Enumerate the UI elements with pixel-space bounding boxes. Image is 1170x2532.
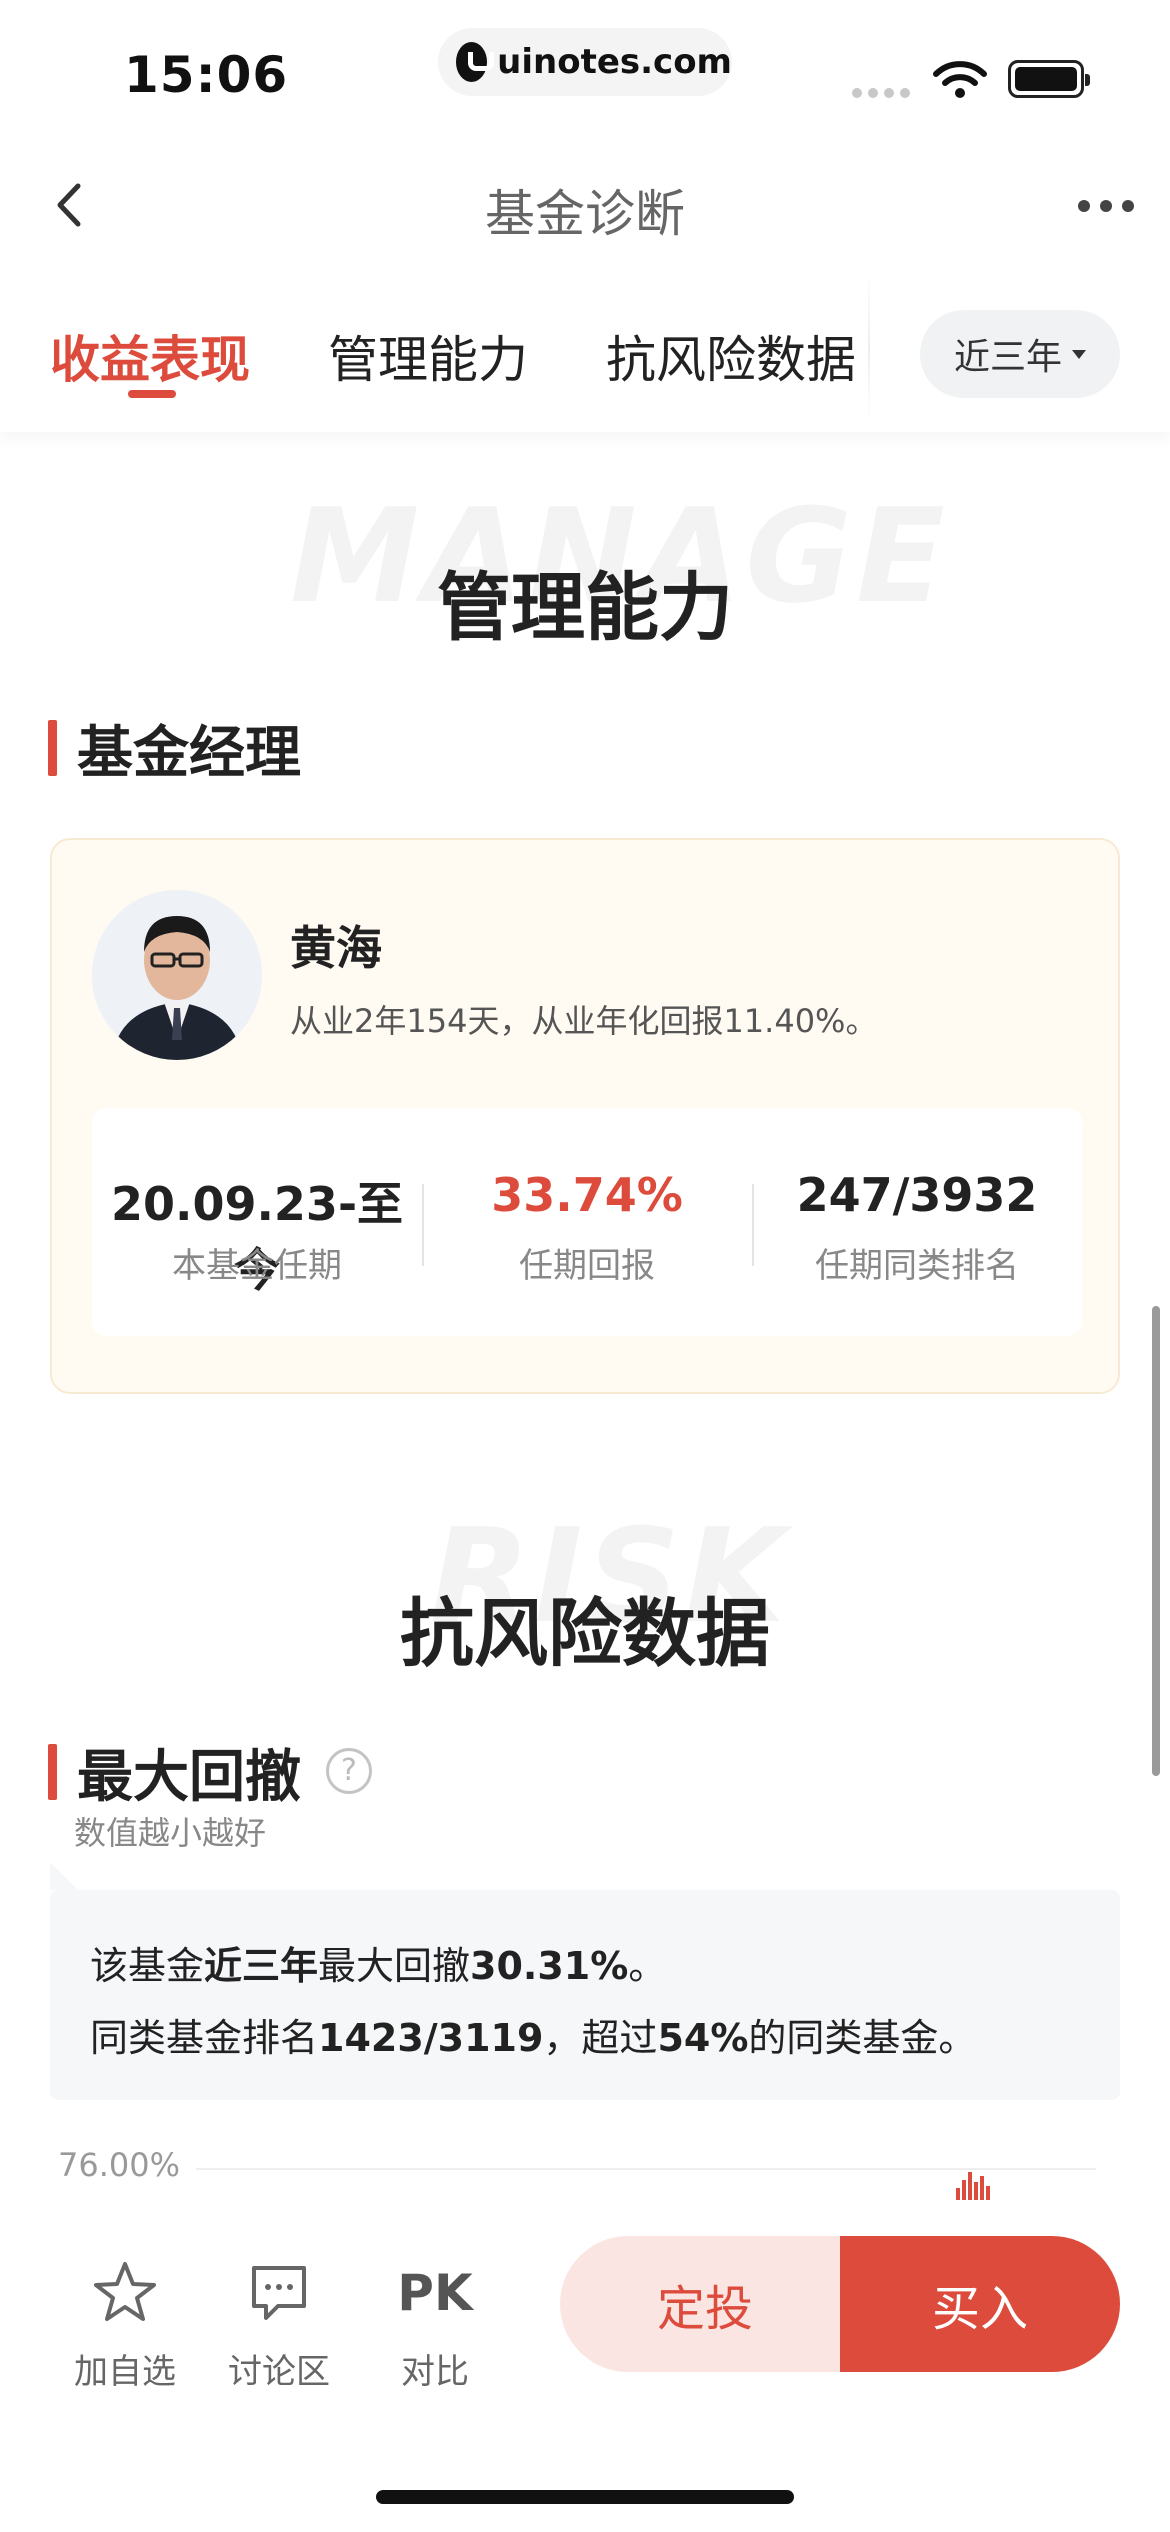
nav-bar: 基金诊断 <box>0 150 1170 260</box>
period-selector[interactable]: 近三年 <box>920 310 1120 398</box>
auto-invest-button[interactable]: 定投 <box>560 2236 850 2372</box>
period-label: 近三年 <box>953 337 1062 378</box>
chat-icon <box>252 2266 306 2320</box>
subheading-fund-manager: 基金经理 <box>48 720 301 786</box>
section-title-manage: 管理能力 <box>437 565 733 651</box>
home-indicator <box>376 2490 794 2504</box>
drawdown-info-box: 该基金近三年最大回撤30.31%。 同类基金排名1423/3119，超过54%的… <box>50 1862 1120 2100</box>
manager-description: 从业2年154天，从业年化回报11.40%。 <box>290 1002 878 1040</box>
subheading-bar <box>48 720 57 776</box>
tab-management[interactable]: 管理能力 <box>328 320 528 392</box>
discussion-button[interactable]: 讨论区 <box>214 2256 344 2393</box>
stat-rank-label: 任期同类排名 <box>815 1246 1019 1286</box>
manager-name: 黄海 <box>290 921 382 975</box>
bottom-action-bar: 加自选 讨论区 PK 对比 定投 买入 <box>0 2200 1170 2532</box>
stat-return: 33.74% 任期回报 <box>422 1108 752 1336</box>
status-time: 15:06 <box>124 46 289 104</box>
drawdown-note: 数值越小越好 <box>74 1814 267 1852</box>
discussion-label: 讨论区 <box>228 2352 330 2392</box>
stat-rank-value: 247/3932 <box>796 1168 1038 1222</box>
url-text: uinotes.com <box>497 42 732 82</box>
status-bar: 15:06 uinotes.com <box>0 0 1170 130</box>
stat-rank: 247/3932 任期同类排名 <box>752 1108 1082 1336</box>
scrollbar[interactable] <box>1152 1306 1160 1776</box>
tab-active-indicator <box>128 390 176 398</box>
watchlist-label: 加自选 <box>74 2352 176 2392</box>
site-logo-icon <box>456 42 495 82</box>
section-title-risk: 抗风险数据 <box>400 1591 770 1677</box>
stat-return-value: 33.74% <box>491 1168 683 1222</box>
chart-y-tick-top: 76.00% <box>58 2146 181 2184</box>
subheading-label: 基金经理 <box>77 720 301 786</box>
page-title: 基金诊断 <box>485 185 685 243</box>
stat-return-label: 任期回报 <box>519 1246 655 1286</box>
tab-bar: 收益表现 管理能力 抗风险数据 近三年 <box>0 272 1170 432</box>
manager-avatar <box>92 890 262 1060</box>
tab-divider <box>868 272 870 422</box>
avatar-portrait <box>92 890 262 1060</box>
battery-icon <box>1008 60 1090 98</box>
subheading-max-drawdown: 最大回撤 <box>48 1744 301 1810</box>
stat-tenure-label: 本基金任期 <box>172 1246 342 1286</box>
url-pill[interactable]: uinotes.com <box>438 28 732 96</box>
tab-risk[interactable]: 抗风险数据 <box>606 320 856 392</box>
stat-tenure: 20.09.23-至今 本基金任期 <box>92 1108 422 1336</box>
compare-label: 对比 <box>401 2352 469 2392</box>
drawdown-summary: 该基金近三年最大回撤30.31%。 <box>90 1944 667 1988</box>
pk-icon: PK <box>397 2264 473 2322</box>
caret-down-icon <box>1072 349 1086 359</box>
wifi-icon <box>933 61 987 98</box>
signal-icon <box>852 88 910 98</box>
tab-returns[interactable]: 收益表现 <box>50 320 250 392</box>
subheading-label: 最大回撤 <box>77 1744 301 1810</box>
watchlist-button[interactable]: 加自选 <box>60 2256 190 2393</box>
manager-stats: 20.09.23-至今 本基金任期 33.74% 任期回报 247/3932 任… <box>92 1108 1082 1336</box>
help-icon[interactable]: ? <box>326 1748 372 1794</box>
manager-card[interactable]: 黄海 从业2年154天，从业年化回报11.40%。 20.09.23-至今 本基… <box>50 838 1120 1394</box>
subheading-bar <box>48 1744 57 1800</box>
drawdown-rank: 同类基金排名1423/3119，超过54%的同类基金。 <box>90 2016 977 2060</box>
buy-button[interactable]: 买入 <box>840 2236 1120 2372</box>
more-icon[interactable] <box>1078 200 1134 212</box>
star-icon <box>94 2262 156 2321</box>
compare-button[interactable]: PK 对比 <box>370 2256 500 2393</box>
